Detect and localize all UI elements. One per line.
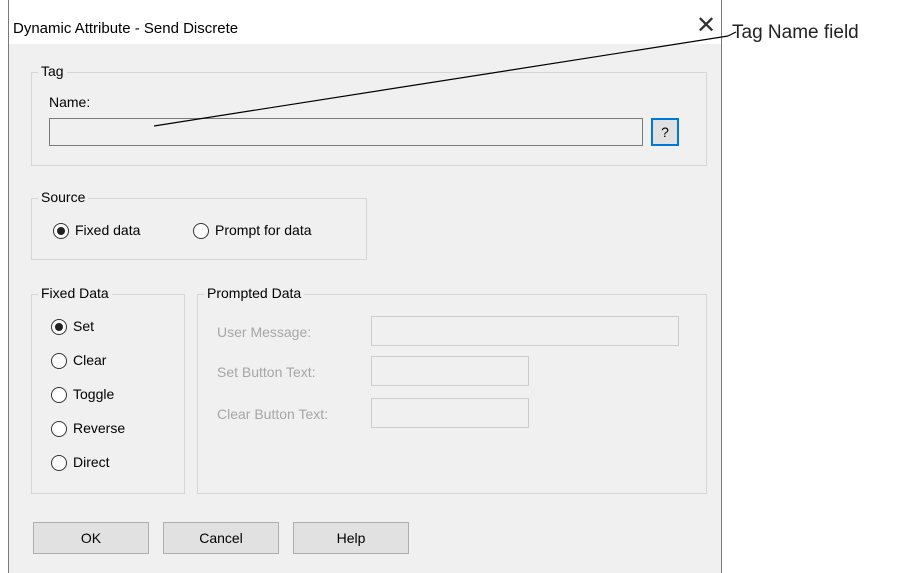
tag-name-field-callout: Tag Name field [732, 22, 859, 43]
callout-leader-line [153, 31, 737, 127]
